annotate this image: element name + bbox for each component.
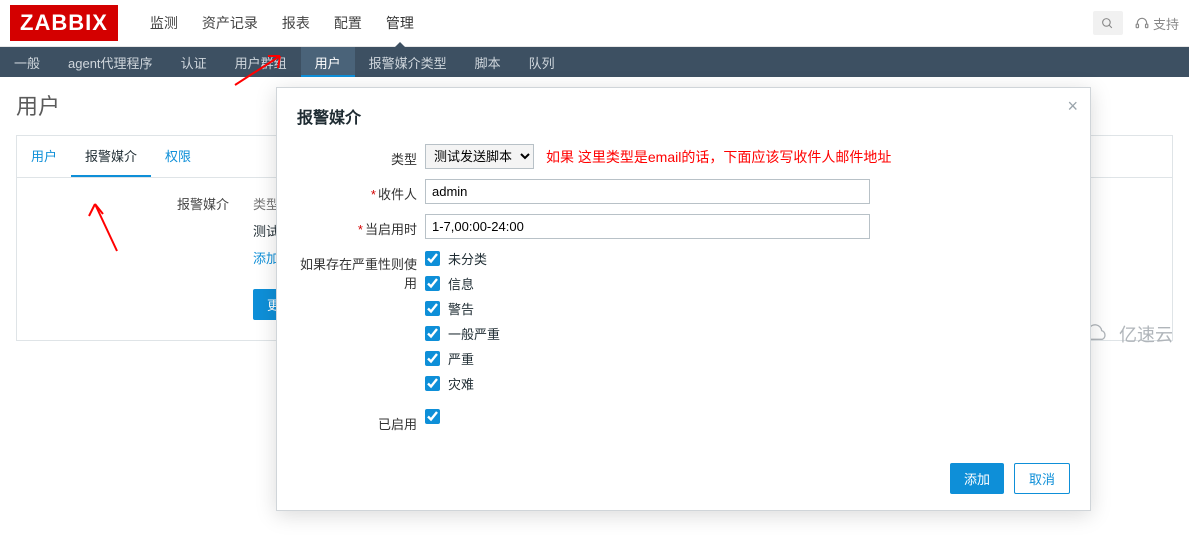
severity-label: 如果存在严重性则使用 (297, 249, 425, 292)
severity-text: 灾难 (448, 374, 474, 393)
modal-add-button[interactable]: 添加 (950, 463, 1004, 494)
headset-icon (1135, 16, 1149, 30)
subnav-mediatypes[interactable]: 报警媒介类型 (355, 47, 461, 77)
severity-checkbox-high[interactable] (425, 351, 440, 366)
tab-permissions[interactable]: 权限 (151, 136, 205, 177)
severity-checkbox-warning[interactable] (425, 301, 440, 316)
type-hint-annotation: 如果 这里类型是email的话，下面应该写收件人邮件地址 (546, 147, 891, 167)
subnav-usergroups[interactable]: 用户群组 (221, 47, 301, 77)
recipient-label: *收件人 (297, 179, 425, 203)
modal-title: 报警媒介 (297, 104, 1070, 128)
media-modal: × 报警媒介 类型 测试发送脚本 如果 这里类型是email的话，下面应该写收件… (276, 87, 1091, 511)
search-icon (1101, 17, 1114, 30)
when-label: *当启用时 (297, 214, 425, 238)
subnav-users[interactable]: 用户 (301, 47, 355, 77)
subnav-general[interactable]: 一般 (0, 47, 54, 77)
topnav-inventory[interactable]: 资产记录 (190, 0, 270, 47)
tab-media[interactable]: 报警媒介 (71, 136, 151, 177)
severity-text: 未分类 (448, 249, 487, 268)
recipient-input[interactable] (425, 179, 870, 204)
type-select[interactable]: 测试发送脚本 (425, 144, 534, 169)
topnav-monitoring[interactable]: 监测 (138, 0, 190, 47)
severity-text: 警告 (448, 299, 474, 318)
sub-nav: 一般 agent代理程序 认证 用户群组 用户 报警媒介类型 脚本 队列 (0, 47, 1189, 77)
severity-checkbox-information[interactable] (425, 276, 440, 291)
severity-checkbox-disaster[interactable] (425, 376, 440, 391)
support-link[interactable]: 支持 (1135, 14, 1179, 33)
topnav-configuration[interactable]: 配置 (322, 0, 374, 47)
top-nav: 监测 资产记录 报表 配置 管理 (138, 0, 426, 47)
subnav-queue[interactable]: 队列 (515, 47, 569, 77)
severity-text: 信息 (448, 274, 474, 293)
close-button[interactable]: × (1067, 96, 1078, 117)
topnav-administration[interactable]: 管理 (374, 0, 426, 47)
watermark: 亿速云 (1081, 321, 1173, 347)
severity-text: 一般严重 (448, 324, 500, 343)
media-section-label: 报警媒介 (177, 194, 229, 320)
enabled-checkbox[interactable] (425, 409, 440, 424)
subnav-proxies[interactable]: agent代理程序 (54, 47, 167, 77)
enabled-label: 已启用 (297, 409, 425, 433)
severity-checkbox-notclassified[interactable] (425, 251, 440, 266)
type-label: 类型 (297, 144, 425, 168)
severity-text: 严重 (448, 349, 474, 368)
severity-checkbox-average[interactable] (425, 326, 440, 341)
zabbix-logo[interactable]: ZABBIX (10, 5, 118, 41)
tab-user[interactable]: 用户 (17, 136, 71, 177)
when-input[interactable] (425, 214, 870, 239)
modal-cancel-button[interactable]: 取消 (1014, 463, 1070, 494)
topnav-reports[interactable]: 报表 (270, 0, 322, 47)
subnav-auth[interactable]: 认证 (167, 47, 221, 77)
search-button[interactable] (1093, 11, 1123, 35)
subnav-scripts[interactable]: 脚本 (461, 47, 515, 77)
severity-group: 未分类 信息 警告 一般严重 严重 灾难 (425, 249, 1070, 399)
support-label: 支持 (1153, 14, 1179, 33)
